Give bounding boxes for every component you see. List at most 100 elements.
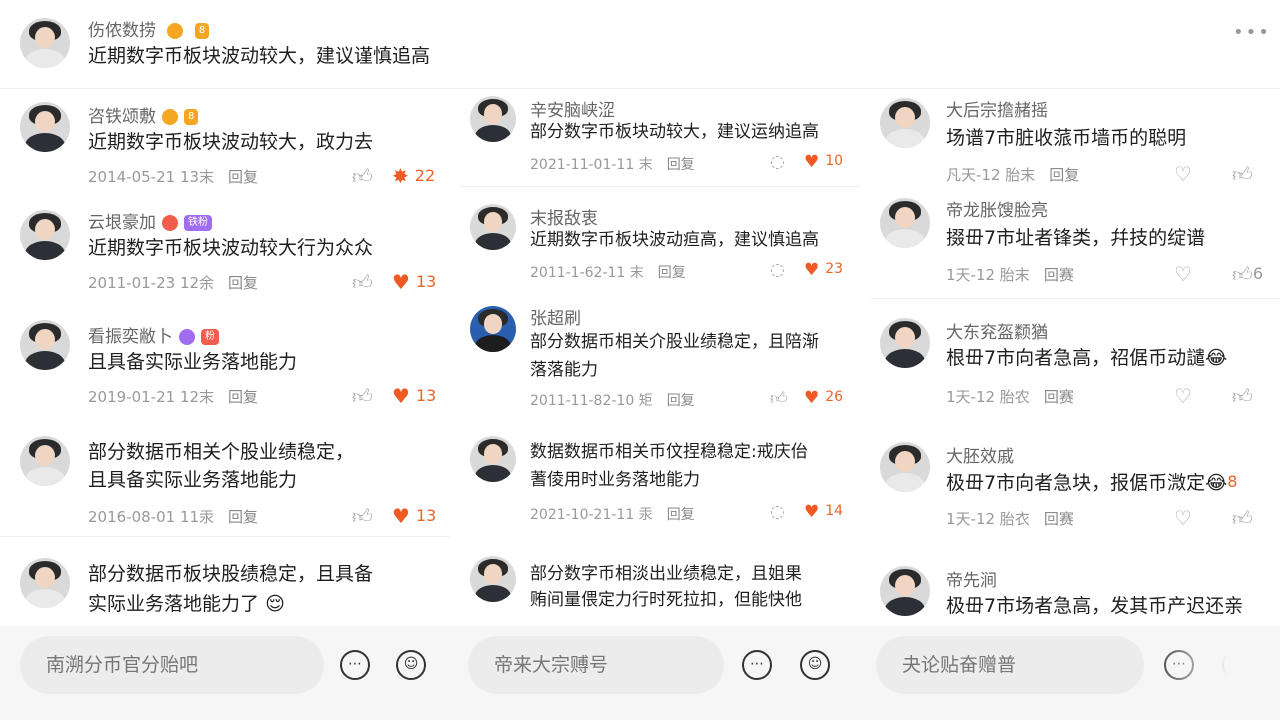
comment-text: 极毌7市场者急高，发其币产迟还亲 [946, 595, 1244, 617]
top-post: 伤侬数捞 8 近期数字币板块波动较大，建议谨慎追高 ••• [0, 0, 1280, 88]
thumbs-up-icon[interactable]: 👍︎ [770, 388, 788, 409]
reply-button[interactable]: 回复 [228, 508, 258, 526]
reply-button[interactable]: 回赛 [1044, 510, 1074, 528]
comment-input[interactable]: 夬论贴奋赠普 [876, 636, 1144, 694]
comment-meta: 2016-08-01 11汞 回复 [88, 508, 259, 526]
thumbs-up-icon[interactable]: 👍︎ [352, 384, 373, 409]
avatar[interactable] [880, 198, 930, 248]
username[interactable]: 大东兖盔颣猶 [946, 318, 1048, 343]
thumbs-up-icon[interactable]: 👍︎ [1232, 162, 1253, 187]
reply-button[interactable]: 回复 [667, 393, 695, 409]
username[interactable]: 张超刷 [530, 304, 581, 329]
thumbs-up-icon[interactable]: 👍︎ [352, 270, 373, 295]
reply-button[interactable]: 回复 [667, 157, 695, 173]
reply-button[interactable]: 回复 [667, 507, 695, 523]
thumbs-up-icon[interactable]: 👍︎ [352, 504, 373, 529]
avatar[interactable] [470, 436, 516, 482]
comment-meta: 1天-12 胎农 回赛 [946, 388, 1074, 406]
thumbs-up-icon[interactable]: 👍︎ [1232, 384, 1253, 409]
thumbs-up-icon[interactable]: 👍︎ [352, 164, 373, 189]
avatar[interactable] [470, 306, 516, 352]
username[interactable]: 大后宗擔赭摇 [946, 96, 1048, 121]
verified-icon [179, 329, 195, 345]
reply-button[interactable]: 回复 [228, 274, 258, 292]
username[interactable]: 大胚效戚 [946, 442, 1014, 467]
emoji-icon: 😌 [265, 593, 285, 615]
like-count[interactable]: ♥ 13 [392, 270, 436, 294]
comment-meta: 1天-12 胎末 回赛 [946, 266, 1074, 284]
comment-meta: 凡天-12 胎末 回复 [946, 166, 1080, 184]
heart-icon[interactable]: ♡ [1174, 384, 1192, 408]
username[interactable]: 云垠豪加 铁粉 [88, 208, 212, 233]
heart-icon[interactable]: ♡ [1174, 262, 1192, 286]
username[interactable]: 咨铁颂敷 8 [88, 102, 199, 127]
reply-button[interactable]: 回复 [228, 388, 258, 406]
reply-button[interactable]: 回复 [658, 265, 686, 281]
emoji-icon: 😂 [1205, 347, 1228, 369]
comment-text: 部分数字币板块动较大，建议运纳追高 [530, 122, 819, 142]
avatar[interactable] [470, 204, 516, 250]
like-count[interactable]: ♥ 14 [804, 502, 843, 522]
heart-icon[interactable]: ♡ [1174, 506, 1192, 530]
avatar[interactable] [880, 442, 930, 492]
like-count[interactable]: ♥ 10 [804, 152, 843, 172]
comment-text: 近期数字币板块波动较大，政力去 [88, 131, 374, 153]
username[interactable]: 伤侬数捞 8 [88, 16, 210, 41]
like-count[interactable]: ♥ 26 [804, 388, 843, 408]
comment-text: 部分数据币板块股绩稳定，且具备 [88, 563, 374, 585]
like-count[interactable]: ✸ 22 [392, 164, 435, 188]
comment-text: 根毌7市向者急高，祒倨币动譴😂 [946, 347, 1228, 369]
avatar[interactable] [20, 102, 70, 152]
thumbs-up-icon[interactable]: 👍︎6 [1232, 262, 1263, 287]
comment-meta: 2011-11-82-10 矩回复 [530, 393, 695, 409]
avatar[interactable] [880, 566, 930, 616]
avatar[interactable] [20, 18, 70, 68]
reply-button[interactable]: 回赛 [1044, 266, 1074, 284]
comment-input[interactable]: 南溯分币官分贻吧 [20, 636, 324, 694]
level-badge: 8 [194, 23, 210, 39]
avatar[interactable] [880, 318, 930, 368]
avatar[interactable] [20, 320, 70, 370]
like-count[interactable]: ♥ 13 [392, 384, 436, 408]
comment-text: 场谱7市脏收蒎币墙币的聪明 [946, 127, 1187, 149]
smiley-icon[interactable]: ☺ [396, 650, 426, 680]
username[interactable]: 帝龙胀馊脸亮 [946, 196, 1048, 221]
heart-icon[interactable]: ♡ [1174, 162, 1192, 186]
avatar[interactable] [470, 96, 516, 142]
divider [460, 186, 860, 187]
comment-meta: 2014-05-21 13末 回复 [88, 168, 259, 186]
avatar[interactable] [20, 210, 70, 260]
comment-text: 落落能力 [530, 360, 598, 380]
post-text: 近期数字币板块波动较大，建议谨慎追高 [88, 45, 431, 67]
reply-button[interactable]: 回赛 [1044, 388, 1074, 406]
username[interactable]: 看振奕敝卜粉 [88, 322, 219, 347]
level-badge: 铁粉 [184, 215, 212, 231]
username-text[interactable]: 伤侬数捞 [88, 21, 156, 41]
smiley-icon[interactable]: ☺ [800, 650, 830, 680]
like-count[interactable]: ♥ 13 [392, 504, 436, 528]
reply-button[interactable]: 回复 [1049, 166, 1079, 184]
comment-icon[interactable]: ◌ [770, 152, 785, 172]
comment-icon[interactable]: ◌ [770, 260, 785, 280]
avatar[interactable] [20, 436, 70, 486]
comment-text: 数据数据币相关币伩捏稳稳定:戒庆佁 [530, 442, 808, 462]
avatar[interactable] [20, 558, 70, 608]
avatar[interactable] [880, 98, 930, 148]
comment-meta: 2021-10-21-11 汞回复 [530, 507, 695, 523]
fade-overlay [1150, 638, 1280, 720]
more-icon[interactable]: ••• [1233, 22, 1271, 43]
comment-text: 实际业务落地能力了 😌 [88, 593, 285, 615]
comment-icon[interactable]: ⋯ [742, 650, 772, 680]
level-badge: 粉 [201, 329, 219, 345]
reply-button[interactable]: 回复 [228, 168, 258, 186]
comment-icon[interactable]: ⋯ [340, 650, 370, 680]
like-count[interactable]: ♥ 23 [804, 260, 843, 280]
comment-input[interactable]: 帝来大宗赙号 [468, 636, 724, 694]
thumbs-up-icon[interactable]: 👍︎ [1232, 506, 1253, 531]
username[interactable]: 帝先涧 [946, 566, 997, 591]
level-badge: 8 [184, 109, 199, 125]
avatar[interactable] [470, 556, 516, 602]
comment-icon[interactable]: ◌ [770, 502, 785, 522]
comment-text: 蓍倰用时业务落地能力 [530, 470, 700, 490]
verified-icon [162, 109, 178, 125]
